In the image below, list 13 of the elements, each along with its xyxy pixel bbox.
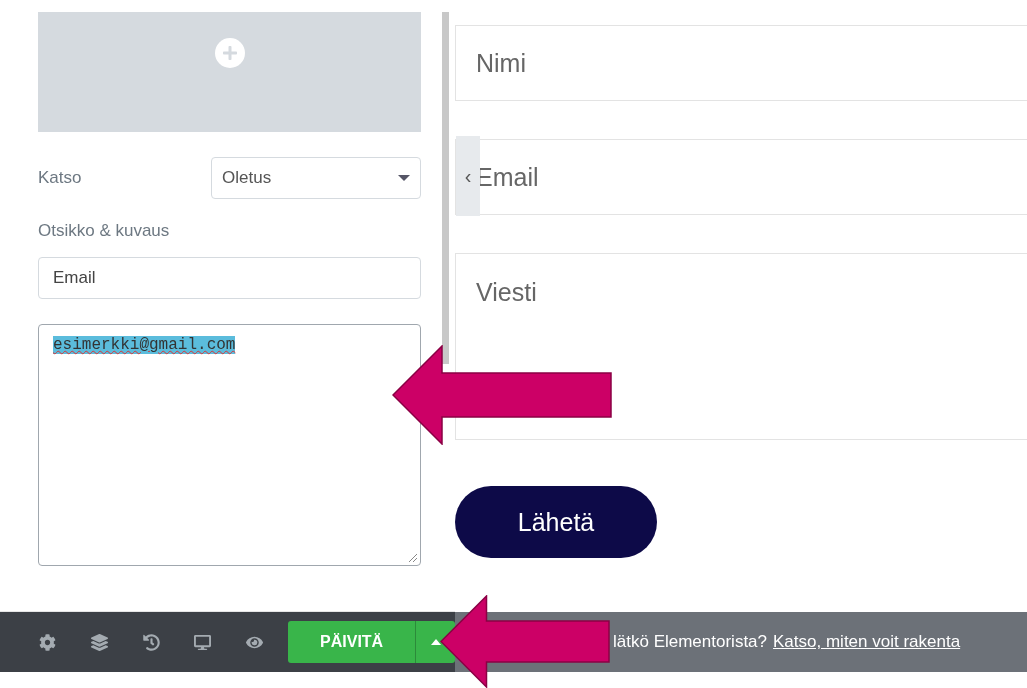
notice-link[interactable]: Katso, miten voit rakenta: [773, 632, 961, 652]
title-field[interactable]: Email: [38, 257, 421, 299]
title-label: Otsikko & kuvaus: [38, 221, 171, 241]
resize-grip-icon[interactable]: [408, 553, 418, 563]
notice-text: lätkö Elementorista?: [613, 632, 768, 652]
scrollbar[interactable]: [442, 12, 449, 364]
caret-up-icon: [430, 639, 441, 645]
input-field[interactable]: Nimi: [455, 25, 1027, 101]
send-button[interactable]: Lähetä: [455, 486, 657, 558]
view-label: Katso: [38, 168, 82, 188]
caret-icon: [398, 175, 410, 181]
collapse-handle[interactable]: ‹: [456, 136, 480, 216]
view-select[interactable]: Oletus: [211, 157, 421, 199]
